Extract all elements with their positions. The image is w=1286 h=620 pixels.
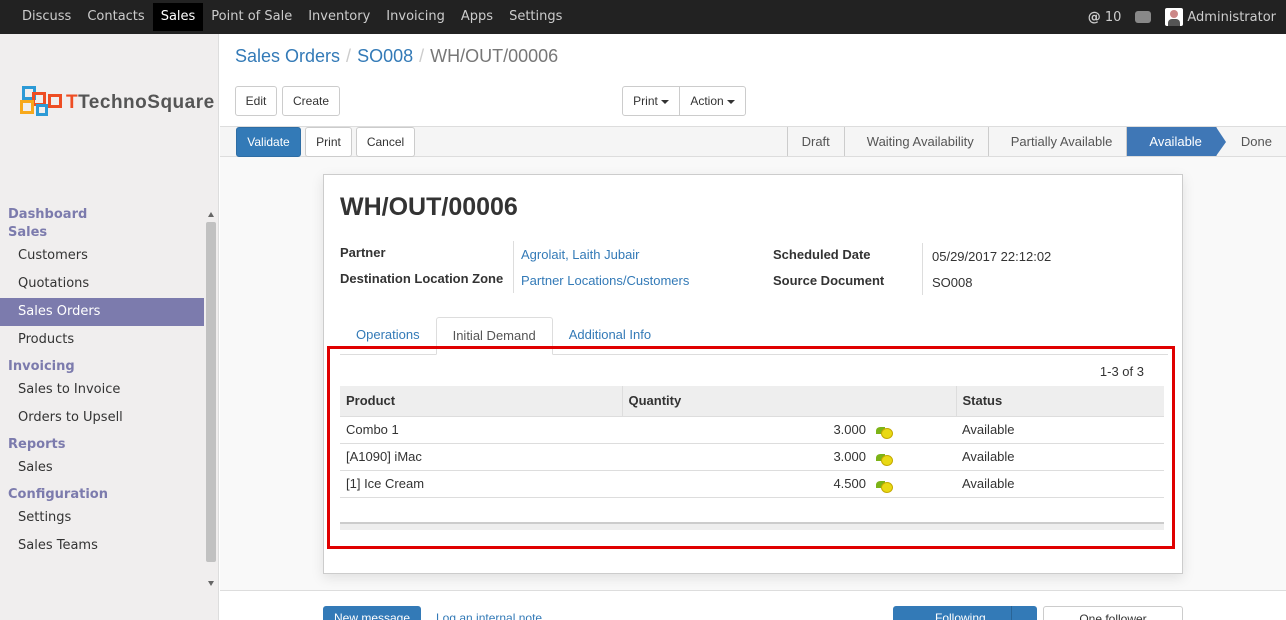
scroll-up-icon[interactable]	[208, 212, 214, 217]
stage-partially-available[interactable]: Partially Available	[987, 127, 1127, 156]
validate-button[interactable]: Validate	[236, 127, 301, 157]
partner-label: Partner	[340, 245, 386, 260]
create-button[interactable]: Create	[282, 86, 340, 116]
sidebar-section-invoicing[interactable]: Invoicing	[0, 358, 204, 376]
source-document-field[interactable]: SO008	[932, 275, 972, 290]
menu-apps[interactable]: Apps	[453, 3, 501, 31]
sidebar-item-sales-to-invoice[interactable]: Sales to Invoice	[0, 376, 204, 404]
chat-icon[interactable]	[1135, 11, 1152, 23]
menu-settings[interactable]: Settings	[501, 3, 570, 31]
menu-point-of-sale[interactable]: Point of Sale	[203, 3, 300, 31]
sidebar-item-orders-to-upsell[interactable]: Orders to Upsell	[0, 404, 204, 432]
sidebar-item-products[interactable]: Products	[0, 326, 204, 354]
following-label: Following	[935, 611, 986, 620]
followers-button[interactable]: One follower	[1043, 606, 1183, 620]
sidebar-scrollbar[interactable]	[205, 210, 217, 586]
mentions-count: 10	[1104, 9, 1122, 25]
stage-draft[interactable]: Draft	[786, 127, 844, 156]
sidebar-section-dashboard[interactable]: Dashboard	[0, 206, 204, 224]
caret-down-icon	[660, 99, 669, 104]
sidebar-item-sales-teams[interactable]: Sales Teams	[0, 532, 204, 560]
highlight-box	[327, 346, 1175, 549]
sidebar-item-quotations[interactable]: Quotations	[0, 270, 204, 298]
stage-done[interactable]: Done	[1215, 127, 1286, 156]
sidebar-section-configuration[interactable]: Configuration	[0, 486, 204, 504]
source-document-label: Source Document	[773, 273, 885, 288]
sidebar-item-settings[interactable]: Settings	[0, 504, 204, 532]
scheduled-date-label: Scheduled Date	[773, 247, 871, 262]
destination-label: Destination Location Zone	[340, 271, 504, 286]
new-message-button[interactable]: New message	[323, 606, 421, 620]
user-menu[interactable]: Administrator	[1165, 8, 1276, 26]
systray: @ 10 Administrator	[1088, 0, 1276, 34]
stage-pipeline: Draft Waiting Availability Partially Ava…	[786, 127, 1286, 156]
following-button[interactable]: Following	[893, 606, 1037, 620]
stage-available[interactable]: Available	[1126, 127, 1226, 156]
mentions-button[interactable]: @ 10	[1088, 10, 1122, 25]
menu-inventory[interactable]: Inventory	[300, 3, 378, 31]
scheduled-date-field[interactable]: 05/29/2017 22:12:02	[932, 249, 1051, 264]
print-button[interactable]: Print	[305, 127, 352, 157]
user-name: Administrator	[1187, 9, 1276, 25]
cancel-button[interactable]: Cancel	[356, 127, 415, 157]
page-title: WH/OUT/00006	[340, 193, 518, 221]
logo-text-part2: Square	[147, 92, 215, 113]
logo-text-part1: Techno	[78, 92, 148, 113]
sidebar-section-sales[interactable]: Sales	[0, 224, 204, 242]
logo-mark-icon	[20, 86, 64, 120]
menu-invoicing[interactable]: Invoicing	[378, 3, 453, 31]
sidebar-section-reports[interactable]: Reports	[0, 436, 204, 454]
menu-contacts[interactable]: Contacts	[79, 3, 152, 31]
breadcrumb-sales-orders[interactable]: Sales Orders	[235, 46, 340, 66]
menu-discuss[interactable]: Discuss	[14, 3, 79, 31]
print-dropdown-label: Print	[633, 94, 658, 108]
scroll-down-icon[interactable]	[208, 581, 214, 586]
action-dropdown[interactable]: Action	[679, 86, 746, 116]
destination-field[interactable]: Partner Locations/Customers	[521, 273, 689, 288]
breadcrumb-so[interactable]: SO008	[357, 46, 413, 66]
sidebar-item-sales-orders[interactable]: Sales Orders	[0, 298, 204, 326]
breadcrumb: Sales Orders / SO008/WH/OUT/00006	[235, 46, 559, 66]
print-dropdown[interactable]: Print	[622, 86, 680, 116]
at-icon: @	[1087, 9, 1101, 25]
sidebar-item-customers[interactable]: Customers	[0, 242, 204, 270]
partner-field[interactable]: Agrolait, Laith Jubair	[521, 247, 640, 262]
company-logo: TTechnoSquare	[20, 86, 215, 120]
stage-waiting-availability[interactable]: Waiting Availability	[843, 127, 988, 156]
caret-down-icon	[726, 99, 735, 104]
breadcrumb-current: WH/OUT/00006	[430, 46, 559, 66]
following-dropdown-divider	[1011, 606, 1012, 620]
action-dropdown-label: Action	[690, 94, 724, 108]
top-navbar: Discuss Contacts Sales Point of Sale Inv…	[0, 0, 1286, 34]
app-menu: Discuss Contacts Sales Point of Sale Inv…	[0, 0, 570, 34]
scrollbar-thumb[interactable]	[206, 222, 216, 562]
logo-text: TTechnoSquare	[66, 92, 215, 113]
menu-sales[interactable]: Sales	[152, 3, 204, 31]
sidebar-item-sales-report[interactable]: Sales	[0, 454, 204, 482]
sidebar-nav: Dashboard Sales Customers Quotations Sal…	[0, 206, 204, 560]
log-note-link[interactable]: Log an internal note	[436, 611, 542, 620]
avatar	[1165, 8, 1184, 26]
edit-button[interactable]: Edit	[235, 86, 277, 116]
